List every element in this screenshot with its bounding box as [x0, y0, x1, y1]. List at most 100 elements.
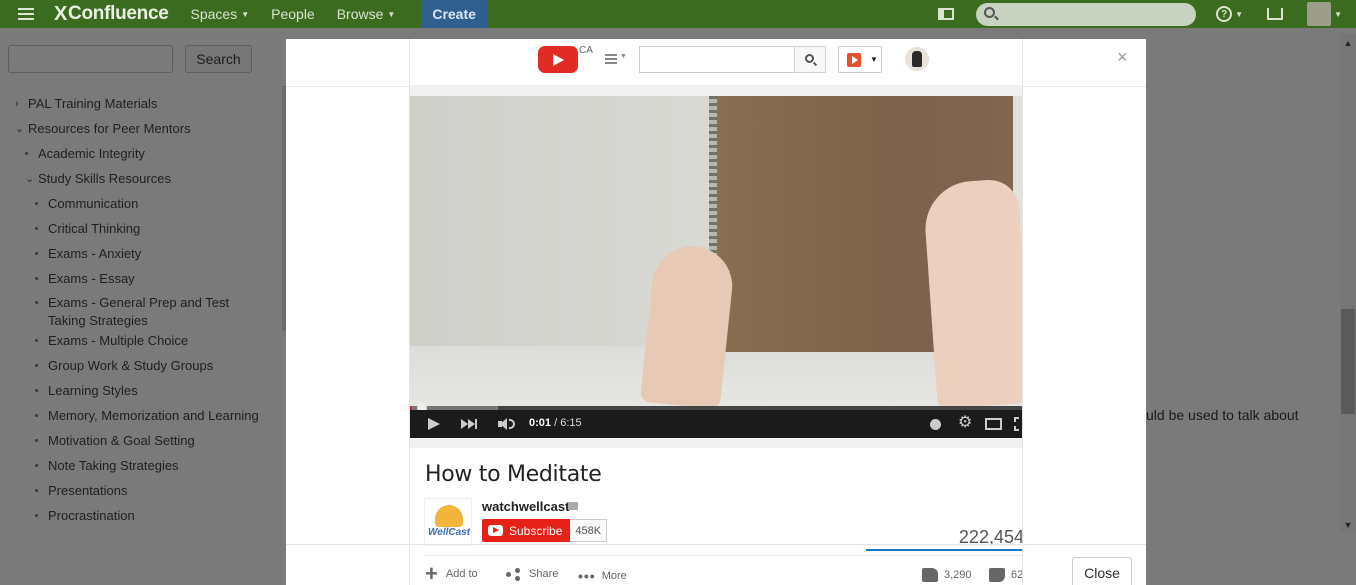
user-avatar[interactable] [1307, 2, 1332, 26]
youtube-embed: CA ▼ ▼ 0:01 / 6:15 ⚙ How to Meditate Wel… [409, 39, 1023, 585]
bullet-icon [25, 152, 28, 155]
chevron-down-icon: ▼ [870, 55, 878, 64]
upload-button[interactable]: ▼ [838, 46, 882, 73]
tree-item[interactable]: Critical Thinking [35, 220, 140, 238]
fullscreen-icon[interactable] [1014, 417, 1022, 431]
bullet-icon [35, 252, 38, 255]
confluence-logo[interactable]: X Confluence [54, 3, 169, 26]
youtube-header: CA ▼ ▼ [410, 39, 1022, 85]
tree-item[interactable]: Motivation & Goal Setting [35, 432, 195, 450]
chevron-right-icon[interactable]: › [15, 95, 19, 113]
youtube-icon [488, 525, 503, 536]
duration: / 6:15 [554, 417, 582, 429]
nav-spaces[interactable]: Spaces ▼ [191, 6, 250, 22]
tree-item-continued[interactable]: Taking Strategies [48, 312, 148, 330]
time-display: 0:01 / 6:15 [529, 417, 582, 429]
page-body-text: uld be used to talk about [1146, 407, 1299, 423]
scroll-up-icon[interactable]: ▲ [1340, 38, 1356, 48]
help-icon[interactable]: ? [1216, 6, 1233, 22]
region-label: CA [579, 45, 593, 56]
space-sidebar: Search › PAL Training Materials ⌄ Resource… [0, 34, 286, 532]
bullet-icon [35, 339, 38, 342]
menu-icon[interactable] [18, 8, 34, 20]
chevron-down-icon[interactable]: ⌄ [25, 170, 34, 188]
theater-mode-icon[interactable] [985, 418, 1002, 430]
tree-item[interactable]: Procrastination [35, 507, 135, 525]
bullet-icon [35, 227, 38, 230]
chevron-down-icon: ▼ [620, 53, 627, 60]
chevron-down-icon[interactable]: ⌄ [15, 120, 24, 138]
tree-item[interactable]: Learning Styles [35, 382, 138, 400]
bullet-icon [35, 464, 38, 467]
tree-item[interactable]: Exams - Anxiety [35, 245, 141, 263]
tree-item[interactable]: Exams - Multiple Choice [35, 332, 188, 350]
subscriber-count: 458K [570, 519, 608, 542]
sidebar-search-input[interactable] [8, 45, 173, 73]
chevron-down-icon: ▼ [1235, 9, 1244, 19]
sidebar-search-button[interactable]: Search [185, 45, 252, 73]
page-scrollbar[interactable]: ▲ ▼ [1340, 34, 1356, 532]
close-icon[interactable]: × [1117, 47, 1128, 68]
scroll-down-icon[interactable]: ▼ [1340, 520, 1356, 530]
volume-icon[interactable] [498, 418, 516, 430]
bullet-icon [35, 301, 38, 304]
youtube-account-avatar[interactable] [905, 47, 929, 71]
gear-icon[interactable]: ⚙ [958, 415, 972, 431]
notifications-tray-icon[interactable] [1267, 8, 1284, 20]
logo-text: Confluence [68, 3, 169, 24]
bullet-icon [35, 489, 38, 492]
create-button[interactable]: Create [421, 0, 487, 28]
upload-icon [847, 53, 861, 67]
youtube-search-input[interactable] [639, 46, 795, 73]
top-right-controls: ? ▼ ▼ [938, 0, 1356, 28]
play-icon[interactable] [428, 418, 440, 430]
dialog-footer [286, 544, 1146, 585]
next-icon[interactable] [461, 419, 479, 429]
tree-item[interactable]: Exams - General Prep and Test [35, 294, 229, 312]
bullet-icon [35, 414, 38, 417]
subscribe-button[interactable]: Subscribe [482, 519, 571, 542]
tree-item[interactable]: ⌄ Study Skills Resources [25, 170, 171, 188]
tree-item[interactable]: Presentations [35, 482, 128, 500]
tree-item[interactable]: › PAL Training Materials [15, 95, 157, 113]
guide-menu-icon[interactable] [605, 54, 617, 64]
channel-name[interactable]: watchwellcast [482, 499, 569, 514]
chevron-down-icon: ▼ [241, 9, 250, 19]
tree-item[interactable]: Academic Integrity [25, 145, 145, 163]
sidebar-toggle-icon[interactable] [938, 8, 955, 20]
channel-logo-text: WellCast [428, 527, 471, 538]
youtube-search-button[interactable] [794, 46, 826, 73]
channel-logo-sun [435, 505, 463, 527]
watch-later-icon[interactable] [930, 419, 941, 430]
chevron-down-icon: ▼ [387, 9, 396, 19]
global-search-input[interactable] [976, 2, 1197, 26]
tree-item[interactable]: Communication [35, 195, 138, 213]
bullet-icon [35, 202, 38, 205]
tree-item[interactable]: Exams - Essay [35, 270, 135, 288]
video-dialog: CA ▼ ▼ 0:01 / 6:15 ⚙ How to Meditate Wel… [286, 39, 1146, 585]
tree-item[interactable]: ⌄ Resources for Peer Mentors [15, 120, 191, 138]
search-icon [805, 54, 814, 63]
tree-item[interactable]: Memory, Memorization and Learning [35, 407, 259, 425]
tree-item[interactable]: Group Work & Study Groups [35, 357, 213, 375]
chevron-down-icon: ▼ [1334, 9, 1342, 19]
nav-people[interactable]: People [271, 6, 315, 22]
search-icon [984, 6, 996, 18]
bullet-icon [35, 439, 38, 442]
bullet-icon [35, 389, 38, 392]
close-button[interactable]: Close [1072, 557, 1132, 585]
current-time: 0:01 [529, 417, 552, 429]
channel-logo[interactable]: WellCast [424, 498, 472, 546]
tree-item[interactable]: Note Taking Strategies [35, 457, 179, 475]
bullet-icon [35, 364, 38, 367]
top-navigation-bar: X Confluence Spaces ▼ People Browse ▼ Creat… [0, 0, 1356, 28]
scrollbar-thumb[interactable] [1341, 309, 1355, 414]
nav-browse[interactable]: Browse ▼ [337, 6, 396, 22]
youtube-logo-icon[interactable] [538, 46, 578, 73]
video-player[interactable]: 0:01 / 6:15 ⚙ [410, 96, 1022, 438]
video-frame-hand [922, 177, 1022, 410]
bullet-icon [35, 514, 38, 517]
subscribe-control: Subscribe 458K [482, 519, 608, 542]
bullet-icon [35, 277, 38, 280]
video-title: How to Meditate [425, 462, 602, 487]
